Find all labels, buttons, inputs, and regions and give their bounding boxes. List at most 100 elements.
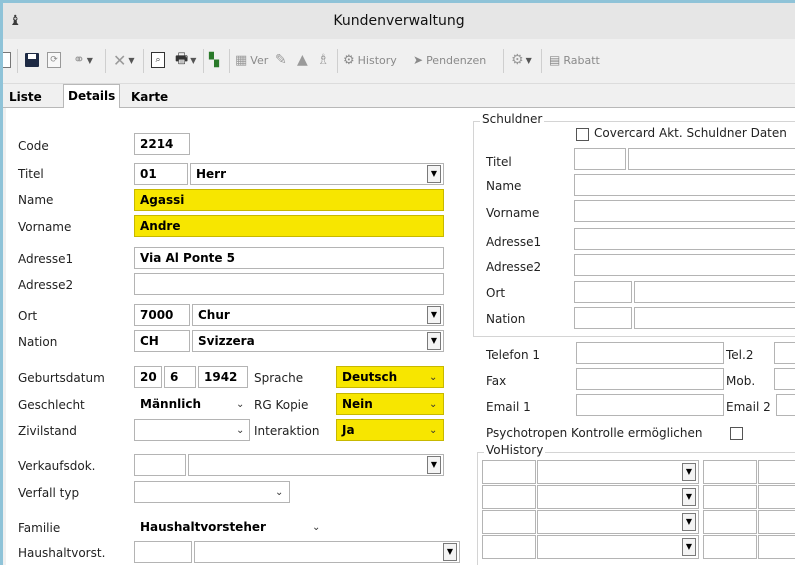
new-button[interactable] (3, 47, 11, 73)
schuldner-titel-code-field[interactable] (574, 148, 626, 170)
toolbar-separator (503, 49, 504, 73)
pin-button[interactable]: ♗ (317, 47, 330, 73)
save-button[interactable] (25, 47, 39, 73)
tel2-field[interactable] (774, 342, 795, 364)
chevron-down-icon[interactable]: ▼ (682, 463, 696, 481)
vohistory-cell[interactable] (482, 510, 536, 534)
birth-month-field[interactable]: 6 (164, 366, 196, 388)
delete-button[interactable]: ✕ ▼ (113, 47, 135, 73)
vohistory-cell[interactable] (537, 535, 699, 559)
pen-button[interactable]: ✎ (275, 47, 287, 73)
warning-button[interactable]: ▲ (297, 47, 308, 73)
chevron-down-icon[interactable]: ⌄ (312, 522, 320, 533)
adresse2-field[interactable] (134, 273, 444, 295)
geschlecht-select[interactable]: Männlich (134, 393, 250, 415)
vohistory-cell[interactable] (703, 485, 757, 509)
covercard-checkbox[interactable] (576, 128, 589, 141)
vohistory-cell[interactable] (758, 510, 795, 534)
titel-select[interactable]: Herr (190, 163, 444, 185)
email2-field[interactable] (776, 394, 795, 416)
interaktion-select[interactable]: Ja (336, 419, 444, 441)
pendenzen-button[interactable]: ➤ Pendenzen (413, 47, 486, 73)
sprache-select[interactable]: Deutsch (336, 366, 444, 388)
schuldner-adresse1-field[interactable] (574, 228, 795, 250)
vohistory-cell[interactable] (758, 535, 795, 559)
chevron-down-icon[interactable]: ▼ (427, 456, 441, 474)
birth-year-field[interactable]: 1942 (198, 366, 248, 388)
preview-button[interactable]: ⌕ (151, 47, 165, 73)
ort-select[interactable]: Chur (192, 304, 444, 326)
vorname-field[interactable]: Andre (134, 215, 444, 237)
copy-button[interactable]: ⟳ (47, 47, 61, 73)
haushaltvorst-code-field[interactable] (134, 541, 192, 563)
tab-details[interactable]: Details (63, 84, 121, 109)
schuldner-adresse2-field[interactable] (574, 254, 795, 276)
chevron-down-icon[interactable]: ▼ (682, 488, 696, 506)
fax-field[interactable] (576, 368, 724, 390)
telefon1-field[interactable] (576, 342, 724, 364)
code-field[interactable]: 2214 (134, 133, 190, 155)
chevron-down-icon[interactable]: ⌄ (429, 425, 437, 436)
vohistory-cell[interactable] (758, 460, 795, 484)
tab-liste[interactable]: Liste (5, 87, 46, 107)
psychotropen-checkbox[interactable] (730, 427, 743, 440)
tab-karte[interactable]: Karte (127, 87, 172, 107)
nation-select[interactable]: Svizzera (192, 330, 444, 352)
chevron-down-icon[interactable]: ▼ (427, 306, 441, 324)
schuldner-name-field[interactable] (574, 174, 795, 196)
adresse1-field[interactable]: Via Al Ponte 5 (134, 247, 444, 269)
find-icon: ⚭ (73, 52, 85, 68)
chevron-down-icon[interactable]: ⌄ (275, 487, 283, 498)
psychotropen-label: Psychotropen Kontrolle ermöglichen (486, 426, 703, 440)
vohistory-cell[interactable] (703, 510, 757, 534)
schuldner-titel-field[interactable] (628, 148, 795, 170)
print-button[interactable]: 🖶 ▼ (175, 47, 196, 73)
verfall-typ-select[interactable] (134, 481, 290, 503)
nation-code-field[interactable]: CH (134, 330, 190, 352)
ver-button[interactable]: ▦ Ver (235, 47, 268, 73)
vohistory-cell[interactable] (482, 535, 536, 559)
schuldner-ort-field[interactable] (634, 281, 795, 303)
name-field[interactable]: Agassi (134, 189, 444, 211)
chevron-down-icon[interactable]: ⌄ (236, 399, 244, 410)
vohistory-cell[interactable] (758, 485, 795, 509)
titel-code-field[interactable]: 01 (134, 163, 188, 185)
vohistory-cell[interactable] (537, 460, 699, 484)
adresse2-label: Adresse2 (18, 278, 74, 292)
gear-button[interactable]: ⚙ ▼ (511, 47, 532, 73)
vohistory-cell[interactable] (703, 535, 757, 559)
rabatt-button[interactable]: ▤ Rabatt (549, 47, 600, 73)
vohistory-cell[interactable] (703, 460, 757, 484)
verkaufsdok-code-field[interactable] (134, 454, 186, 476)
find-button[interactable]: ⚭ ▼ (73, 47, 93, 73)
email1-field[interactable] (576, 394, 724, 416)
chevron-down-icon[interactable]: ▼ (443, 543, 457, 561)
birth-day-field[interactable]: 20 (134, 366, 162, 388)
vohistory-cell[interactable] (537, 510, 699, 534)
mob-field[interactable] (774, 368, 795, 390)
schuldner-plz-field[interactable] (574, 281, 632, 303)
chevron-down-icon[interactable]: ▼ (427, 332, 441, 350)
export-button[interactable]: ▚ (209, 47, 219, 73)
haushaltvorst-select[interactable] (194, 541, 460, 563)
verkaufsdok-select[interactable] (188, 454, 444, 476)
chevron-down-icon[interactable]: ⌄ (429, 399, 437, 410)
schuldner-nation-field[interactable] (634, 307, 795, 329)
schuldner-nation-code-field[interactable] (574, 307, 632, 329)
familie-select[interactable]: Haushaltvorsteher (134, 516, 328, 538)
schuldner-vorname-field[interactable] (574, 200, 795, 222)
vohistory-cell[interactable] (482, 485, 536, 509)
chevron-down-icon[interactable]: ▼ (682, 538, 696, 556)
vohistory-cell[interactable] (482, 460, 536, 484)
rg-kopie-select[interactable]: Nein (336, 393, 444, 415)
history-button[interactable]: ⚙ History (343, 47, 397, 73)
zivilstand-select[interactable] (134, 419, 250, 441)
chevron-down-icon[interactable]: ⌄ (236, 425, 244, 436)
plz-field[interactable]: 7000 (134, 304, 190, 326)
chevron-down-icon[interactable]: ▼ (427, 165, 441, 183)
chevron-down-icon[interactable]: ⌄ (429, 372, 437, 383)
chevron-down-icon[interactable]: ▼ (682, 513, 696, 531)
pin-icon: ♗ (317, 52, 330, 68)
zivilstand-label: Zivilstand (18, 424, 77, 438)
vohistory-cell[interactable] (537, 485, 699, 509)
